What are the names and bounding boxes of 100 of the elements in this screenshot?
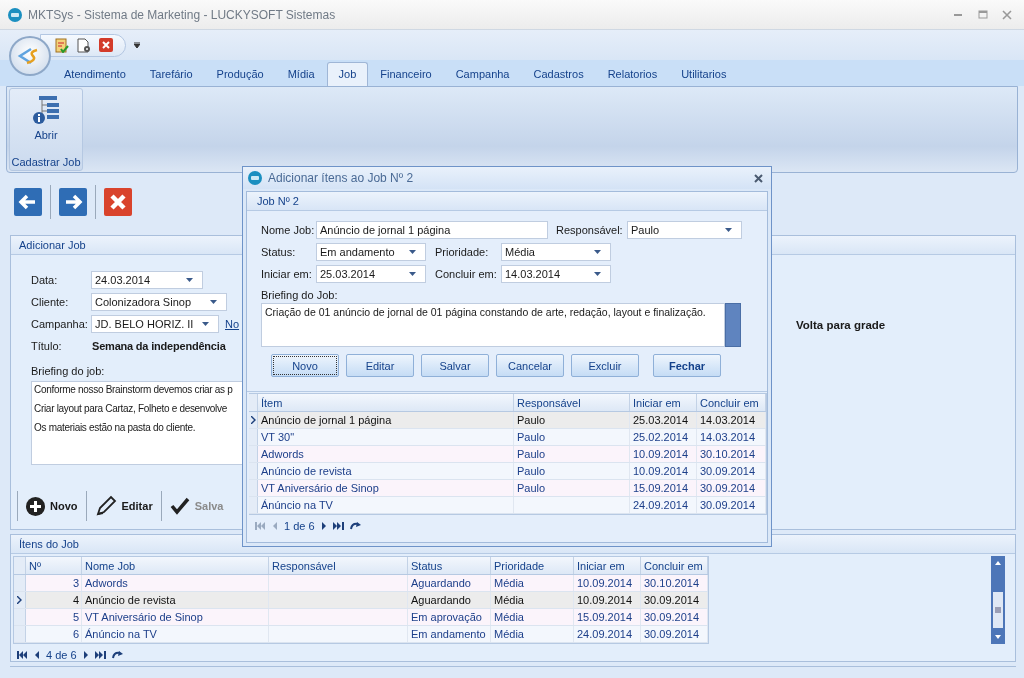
refresh-icon[interactable] [349,522,361,530]
dialog-button[interactable]: Cancelar [496,354,564,377]
dropdown-field[interactable]: 14.03.2014 [501,265,611,283]
row-selector[interactable] [14,592,26,608]
ribbon-tab[interactable]: Relatorios [595,62,670,86]
column-header[interactable]: Iniciar em [630,394,697,411]
ribbon-tab[interactable]: Financeiro [368,62,444,86]
dropdown-arrow-icon[interactable] [594,272,601,276]
table-cell: 15.09.2014 [630,480,697,496]
dropdown-field[interactable]: Colonizadora Sinop [91,293,227,311]
close-icon[interactable] [754,173,763,183]
refresh-icon[interactable] [111,651,123,659]
back-button[interactable] [14,188,42,216]
dropdown-arrow-icon[interactable] [186,278,193,282]
instruction-text: Volta para grade [796,319,886,333]
row-selector[interactable] [249,412,258,428]
dropdown-arrow-icon[interactable] [725,228,732,232]
table-cell: 30.09.2014 [641,609,708,625]
ribbon-tab[interactable]: Atendimento [52,62,138,86]
table-cell: 4 [26,592,82,608]
table-cell: Média [491,592,574,608]
table-row[interactable]: Anúncio de jornal 1 página Paulo 25.03.2014 14.03.2014 [249,412,766,429]
ribbon-tab[interactable]: Job [326,62,369,86]
table-row[interactable]: 6 Ánúncio na TV Em andamento Média 24.09.2014 30.09.2014 [14,626,708,643]
dropdown-arrow-icon[interactable] [594,250,601,254]
table-cell: 3 [26,575,82,591]
cancel-button[interactable] [104,188,132,216]
dialog-button[interactable]: Salvar [421,354,489,377]
next-page-icon[interactable] [82,651,89,659]
table-row[interactable]: VT Aniversário de Sinop Paulo 15.09.2014 30.09.2014 [249,480,766,497]
dropdown-field[interactable]: Em andamento [316,243,426,261]
forward-button[interactable] [59,188,87,216]
column-header[interactable]: Ítem [258,394,514,411]
maximize-icon[interactable] [978,10,988,19]
last-page-icon[interactable] [94,651,106,659]
document-gear-icon[interactable] [77,37,91,53]
new-button[interactable]: Novo [22,494,82,518]
edit-button[interactable]: Editar [90,493,157,519]
dialog-button[interactable]: Editar [346,354,414,377]
scrollbar[interactable] [725,303,741,347]
table-cell: 15.09.2014 [574,609,641,625]
dropdown-field[interactable]: JD. BELO HORIZ. II [91,315,219,333]
page-indicator: 4 de 6 [46,649,77,661]
table-cell: 24.09.2014 [574,626,641,642]
dropdown-arrow-icon[interactable] [210,300,217,304]
dialog-button[interactable]: Fechar [653,354,721,377]
table-cell: 30.09.2014 [641,592,708,608]
dropdown-field[interactable]: 24.03.2014 [91,271,203,289]
briefing-field[interactable]: Criação de 01 anúncio de jornal de 01 página constando de arte, redação, layout e finalização. [261,303,725,347]
clipboard-check-icon[interactable] [55,37,69,53]
column-header[interactable]: Responsável [514,394,630,411]
next-page-icon[interactable] [320,522,327,530]
column-header[interactable]: Prioridade [491,557,574,574]
column-header[interactable]: Iniciar em [574,557,641,574]
ribbon-tab[interactable]: Campanha [443,62,522,86]
customize-arrow-icon[interactable] [134,42,140,48]
minimize-icon[interactable] [954,13,964,16]
link[interactable]: No [225,318,240,330]
table-row[interactable]: Anúncio de revista Paulo 10.09.2014 30.09.2014 [249,463,766,480]
table-cell: Anúncio de jornal 1 página [258,412,514,428]
dropdown-arrow-icon[interactable] [409,272,416,276]
table-row[interactable]: 3 Adwords Aguardando Média 10.09.2014 30.10.2014 [14,575,708,592]
dropdown-field[interactable]: 25.03.2014 [316,265,426,283]
scrollbar[interactable] [991,556,1005,644]
close-icon[interactable] [1002,9,1012,20]
column-header[interactable]: Status [408,557,491,574]
ribbon-tab[interactable]: Utilitarios [669,62,739,86]
ribbon-tab[interactable]: Tarefário [137,62,205,86]
open-button[interactable]: Abrir [27,89,65,156]
column-header[interactable]: Nome Job [82,557,269,574]
column-header[interactable]: Responsável [269,557,408,574]
dialog-button[interactable]: Novo [271,354,339,377]
table-row[interactable]: VT 30" Paulo 25.02.2014 14.03.2014 [249,429,766,446]
table-cell: 6 [26,626,82,642]
ribbon-tab[interactable]: Produção [204,62,276,86]
previous-page-icon[interactable] [34,651,40,659]
last-page-icon[interactable] [332,522,344,530]
table-cell: 24.09.2014 [630,497,697,513]
dropdown-field[interactable]: Paulo [627,221,742,239]
column-header[interactable]: Concluir em [697,394,766,411]
table-cell: Em aprovação [408,609,491,625]
column-header[interactable]: Concluir em [641,557,708,574]
column-header[interactable]: Nº [26,557,82,574]
dropdown-field[interactable]: Média [501,243,611,261]
table-cell: 30.09.2014 [697,463,766,479]
table-cell: Paulo [514,446,630,462]
table-cell: Anúncio de revista [258,463,514,479]
dialog-button[interactable]: Excluir [571,354,639,377]
text-field[interactable]: Anúncio de jornal 1 página [316,221,548,239]
table-row[interactable]: 5 VT Aniversário de Sinop Em aprovação Média 15.09.2014 30.09.2014 [14,609,708,626]
dropdown-arrow-icon[interactable] [409,250,416,254]
first-page-icon[interactable] [17,651,28,659]
table-row[interactable]: 4 Anúncio de revista Aguardando Média 10.09.2014 30.09.2014 [14,592,708,609]
table-cell: Ánúncio na TV [82,626,269,642]
table-row[interactable]: Adwords Paulo 10.09.2014 30.10.2014 [249,446,766,463]
close-icon[interactable] [99,38,113,52]
table-row[interactable]: Ánúncio na TV 24.09.2014 30.09.2014 [249,497,766,514]
ribbon-tab[interactable]: Cadastros [521,62,596,86]
ribbon-tab[interactable]: Mídia [275,62,327,86]
dropdown-arrow-icon[interactable] [202,322,209,326]
